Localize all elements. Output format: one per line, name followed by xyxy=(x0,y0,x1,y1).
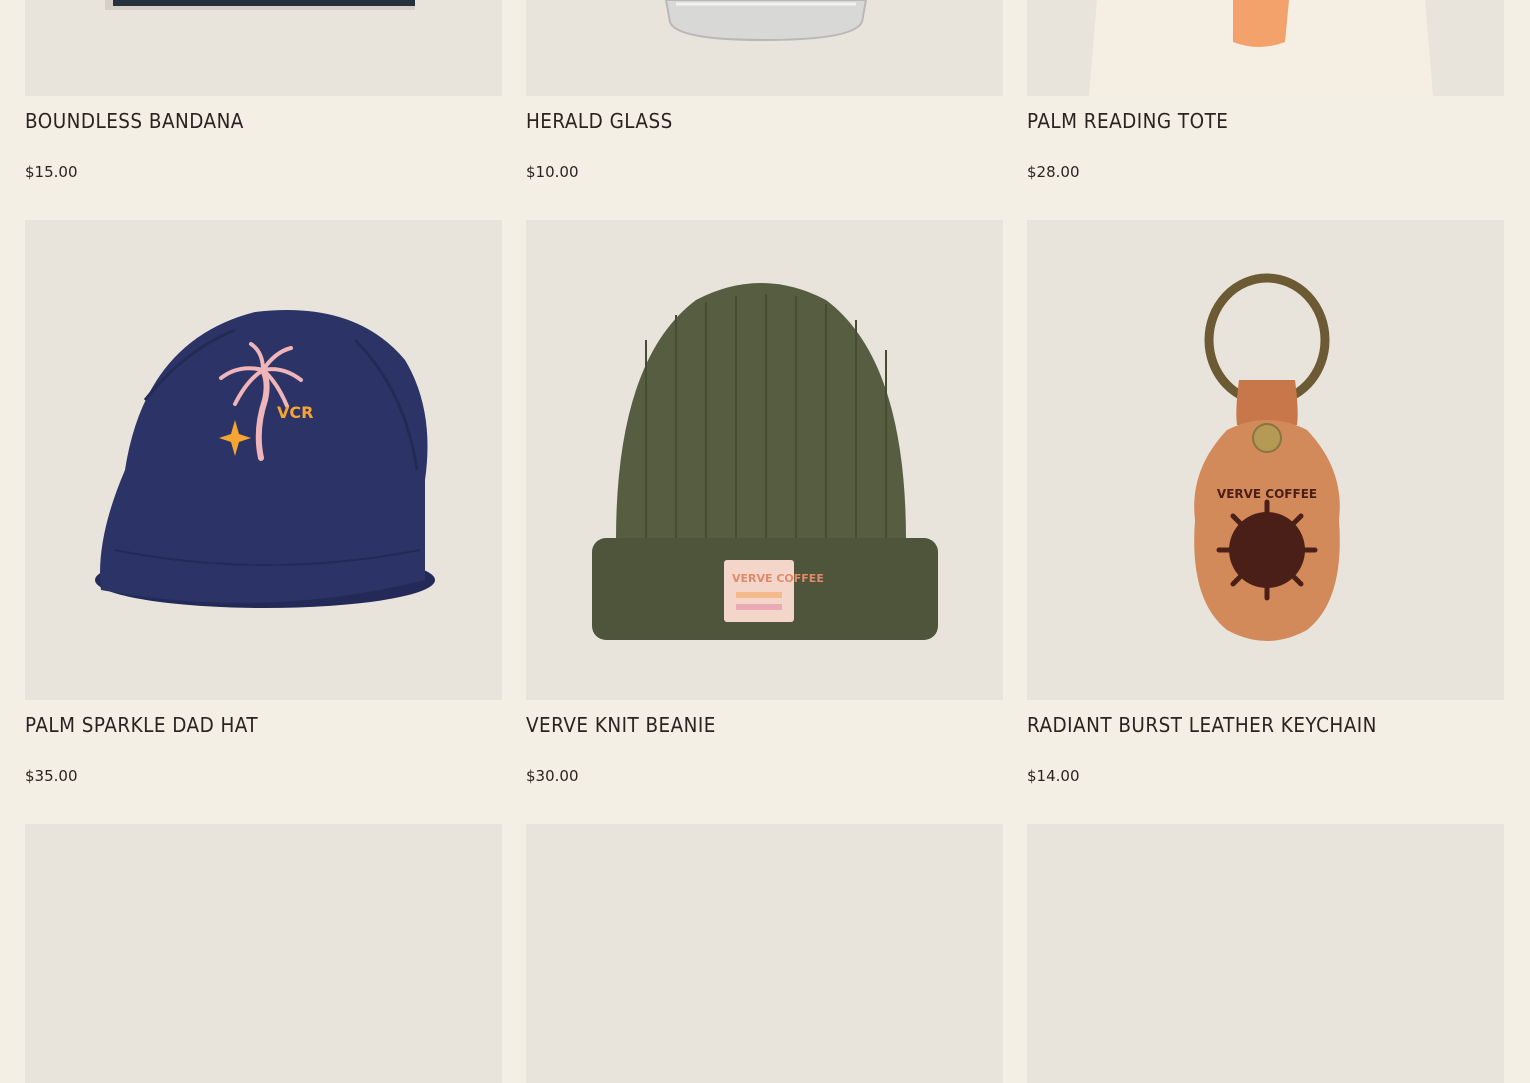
product-image-placeholder[interactable] xyxy=(1027,824,1504,1083)
product-title[interactable]: Herald Glass xyxy=(526,109,673,133)
beanie-image: VERVE COFFEE xyxy=(592,283,938,640)
product-price: $14.00 xyxy=(1027,767,1080,785)
product-title[interactable]: Boundless Bandana xyxy=(25,109,244,133)
glass-image xyxy=(664,0,868,42)
product-price: $15.00 xyxy=(25,163,78,181)
product-image[interactable] xyxy=(25,0,502,96)
svg-text:VCR: VCR xyxy=(277,403,313,422)
product-image[interactable]: VCR xyxy=(25,220,502,700)
product-title[interactable]: Verve Knit Beanie xyxy=(526,713,716,737)
product-title[interactable]: Radiant Burst Leather Keychain xyxy=(1027,713,1377,737)
cap-image: VCR xyxy=(95,310,435,608)
bandana-image xyxy=(105,0,415,10)
keychain-image: VERVE COFFEE xyxy=(1194,273,1340,641)
svg-text:VERVE COFFEE: VERVE COFFEE xyxy=(732,572,824,585)
product-price: $35.00 xyxy=(25,767,78,785)
product-image[interactable]: VERVE COFFEE xyxy=(526,220,1003,700)
product-image[interactable] xyxy=(526,0,1003,96)
product-price: $28.00 xyxy=(1027,163,1080,181)
tote-image xyxy=(1089,0,1433,96)
product-image[interactable]: VERVE COFFEE xyxy=(1027,220,1504,700)
product-image-placeholder[interactable] xyxy=(526,824,1003,1083)
product-title[interactable]: Palm Sparkle Dad Hat xyxy=(25,713,258,737)
product-price: $10.00 xyxy=(526,163,579,181)
product-title[interactable]: Palm Reading Tote xyxy=(1027,109,1228,133)
product-image-placeholder[interactable] xyxy=(25,824,502,1083)
svg-text:VERVE COFFEE: VERVE COFFEE xyxy=(1217,487,1317,501)
product-image[interactable] xyxy=(1027,0,1504,96)
product-price: $30.00 xyxy=(526,767,579,785)
